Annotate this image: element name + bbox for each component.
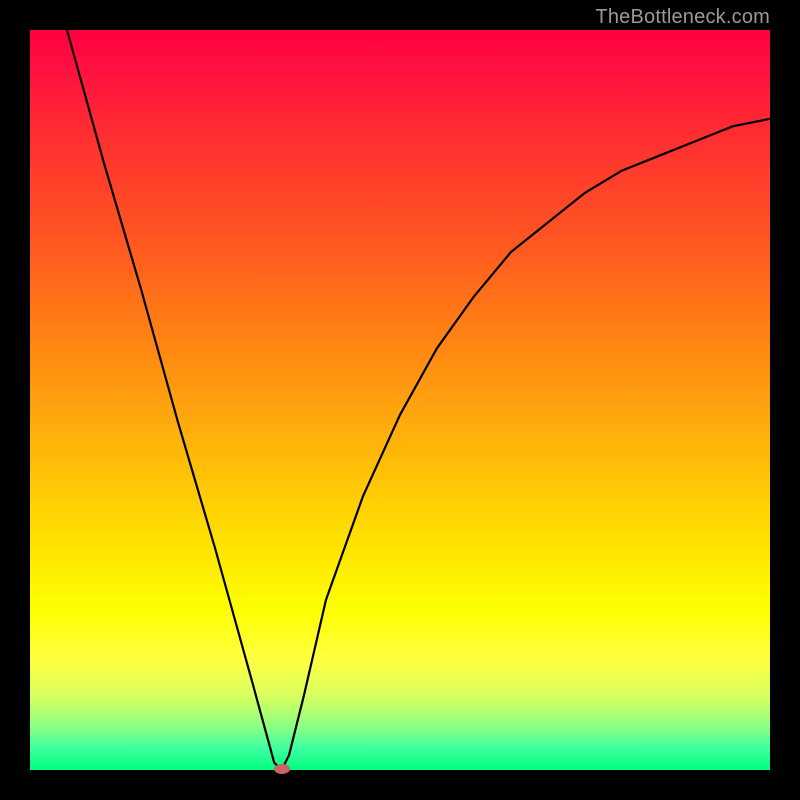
- plot-area: [30, 30, 770, 770]
- curve-svg: [30, 30, 770, 770]
- bottleneck-curve: [30, 30, 770, 770]
- watermark-text: TheBottleneck.com: [595, 6, 770, 29]
- chart-container: TheBottleneck.com: [0, 0, 800, 800]
- optimal-point-marker: [274, 764, 290, 774]
